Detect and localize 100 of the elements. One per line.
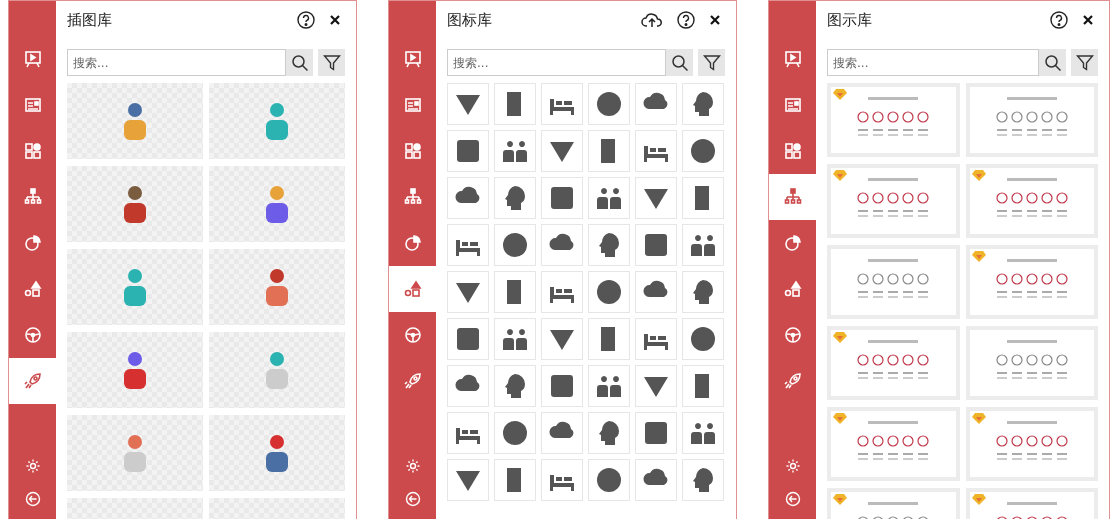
illustration-thumbnail[interactable] — [209, 332, 345, 408]
icon-tile[interactable] — [447, 177, 489, 219]
filter-button[interactable] — [318, 49, 345, 76]
illustration-thumbnail[interactable] — [209, 249, 345, 325]
icon-tile[interactable] — [635, 83, 677, 125]
icon-tile[interactable] — [447, 130, 489, 172]
icon-tile[interactable] — [682, 459, 724, 501]
search-button[interactable] — [286, 49, 313, 76]
icon-tile[interactable] — [494, 83, 536, 125]
slide-thumbnail[interactable] — [827, 164, 960, 238]
icon-tile[interactable] — [447, 224, 489, 266]
filter-icon — [702, 53, 721, 72]
icon-tile[interactable] — [541, 412, 583, 454]
icon-tile[interactable] — [588, 459, 630, 501]
icon-tile[interactable] — [588, 130, 630, 172]
icon-tile[interactable] — [588, 318, 630, 360]
gem-badge-icon — [971, 411, 986, 425]
icon-tile[interactable] — [588, 412, 630, 454]
settings-icon — [404, 457, 421, 474]
icon-tile[interactable] — [494, 365, 536, 407]
slide-thumbnail[interactable] — [827, 245, 960, 319]
icon-tile[interactable] — [635, 271, 677, 313]
shapes-icon — [23, 280, 42, 298]
icon-tile[interactable] — [541, 83, 583, 125]
search-field[interactable]: 搜索... — [827, 49, 1039, 76]
illustration-thumbnail[interactable] — [67, 83, 203, 159]
settings-icon — [784, 457, 801, 474]
slide-thumbnail[interactable] — [965, 83, 1098, 157]
slide-thumbnail[interactable] — [965, 245, 1098, 319]
icon-tile[interactable] — [541, 177, 583, 219]
icon-tile[interactable] — [588, 271, 630, 313]
icon-tile[interactable] — [682, 224, 724, 266]
icon-tile[interactable] — [447, 365, 489, 407]
icon-tile[interactable] — [635, 365, 677, 407]
illustration-thumbnail[interactable] — [209, 83, 345, 159]
easel-icon — [403, 50, 422, 68]
icon-tile[interactable] — [447, 459, 489, 501]
search-button[interactable] — [666, 49, 693, 76]
rocket-icon — [403, 372, 422, 390]
icon-tile[interactable] — [635, 412, 677, 454]
shapes-icon — [403, 280, 422, 298]
tiles-icon — [23, 142, 42, 160]
nav-tab[interactable] — [769, 174, 816, 220]
illustration-thumbnail[interactable] — [67, 415, 203, 491]
slide-thumbnail[interactable] — [827, 83, 960, 157]
icon-tile[interactable] — [588, 83, 630, 125]
tiles-icon — [783, 142, 802, 160]
icon-tile[interactable] — [494, 224, 536, 266]
icon-tile[interactable] — [494, 130, 536, 172]
slide-thumbnail[interactable] — [965, 164, 1098, 238]
icon-tile[interactable] — [447, 318, 489, 360]
icon-tile[interactable] — [541, 318, 583, 360]
easel-icon — [783, 50, 802, 68]
illustration-thumbnail[interactable] — [209, 415, 345, 491]
icon-tile[interactable] — [494, 318, 536, 360]
icon-tile[interactable] — [635, 130, 677, 172]
illustration-thumbnail[interactable] — [67, 249, 203, 325]
icon-tile[interactable] — [541, 224, 583, 266]
icon-tile[interactable] — [682, 83, 724, 125]
icon-tile[interactable] — [682, 318, 724, 360]
icon-tile[interactable] — [541, 459, 583, 501]
icon-tile[interactable] — [494, 459, 536, 501]
icon-tile[interactable] — [541, 365, 583, 407]
icon-tile[interactable] — [635, 224, 677, 266]
icon-tile[interactable] — [588, 224, 630, 266]
filter-button[interactable] — [698, 49, 725, 76]
icon-tile[interactable] — [635, 177, 677, 219]
search-field[interactable]: 搜索... — [67, 49, 286, 76]
icon-tile[interactable] — [588, 365, 630, 407]
search-field[interactable]: 搜索... — [447, 49, 666, 76]
filter-button[interactable] — [1071, 49, 1098, 76]
slide-thumbnail[interactable] — [827, 326, 960, 400]
icon-tile[interactable] — [682, 365, 724, 407]
illustration-thumbnail[interactable] — [67, 332, 203, 408]
icon-tile[interactable] — [588, 177, 630, 219]
circle-icon — [594, 89, 624, 119]
icon-tile[interactable] — [447, 412, 489, 454]
slide-thumbnail[interactable] — [827, 407, 960, 481]
icon-tile[interactable] — [494, 271, 536, 313]
slide-thumbnail[interactable] — [965, 407, 1098, 481]
illustration-thumbnail[interactable] — [67, 166, 203, 242]
icon-tile[interactable] — [447, 83, 489, 125]
icon-tile[interactable] — [494, 177, 536, 219]
illustration-thumbnail[interactable] — [209, 166, 345, 242]
nav-tab[interactable] — [9, 358, 56, 404]
icon-tile[interactable] — [635, 459, 677, 501]
slide-thumbnail[interactable] — [965, 326, 1098, 400]
icon-tile[interactable] — [494, 412, 536, 454]
icon-tile[interactable] — [682, 130, 724, 172]
icon-tile[interactable] — [447, 271, 489, 313]
icon-tile[interactable] — [682, 412, 724, 454]
icon-tile[interactable] — [541, 130, 583, 172]
search-button[interactable] — [1039, 49, 1066, 76]
help-icon — [1050, 11, 1068, 29]
icon-tile[interactable] — [682, 177, 724, 219]
icon-tile[interactable] — [682, 271, 724, 313]
nav-tab[interactable] — [389, 266, 436, 312]
tiles-icon — [403, 142, 422, 160]
icon-tile[interactable] — [541, 271, 583, 313]
icon-tile[interactable] — [635, 318, 677, 360]
